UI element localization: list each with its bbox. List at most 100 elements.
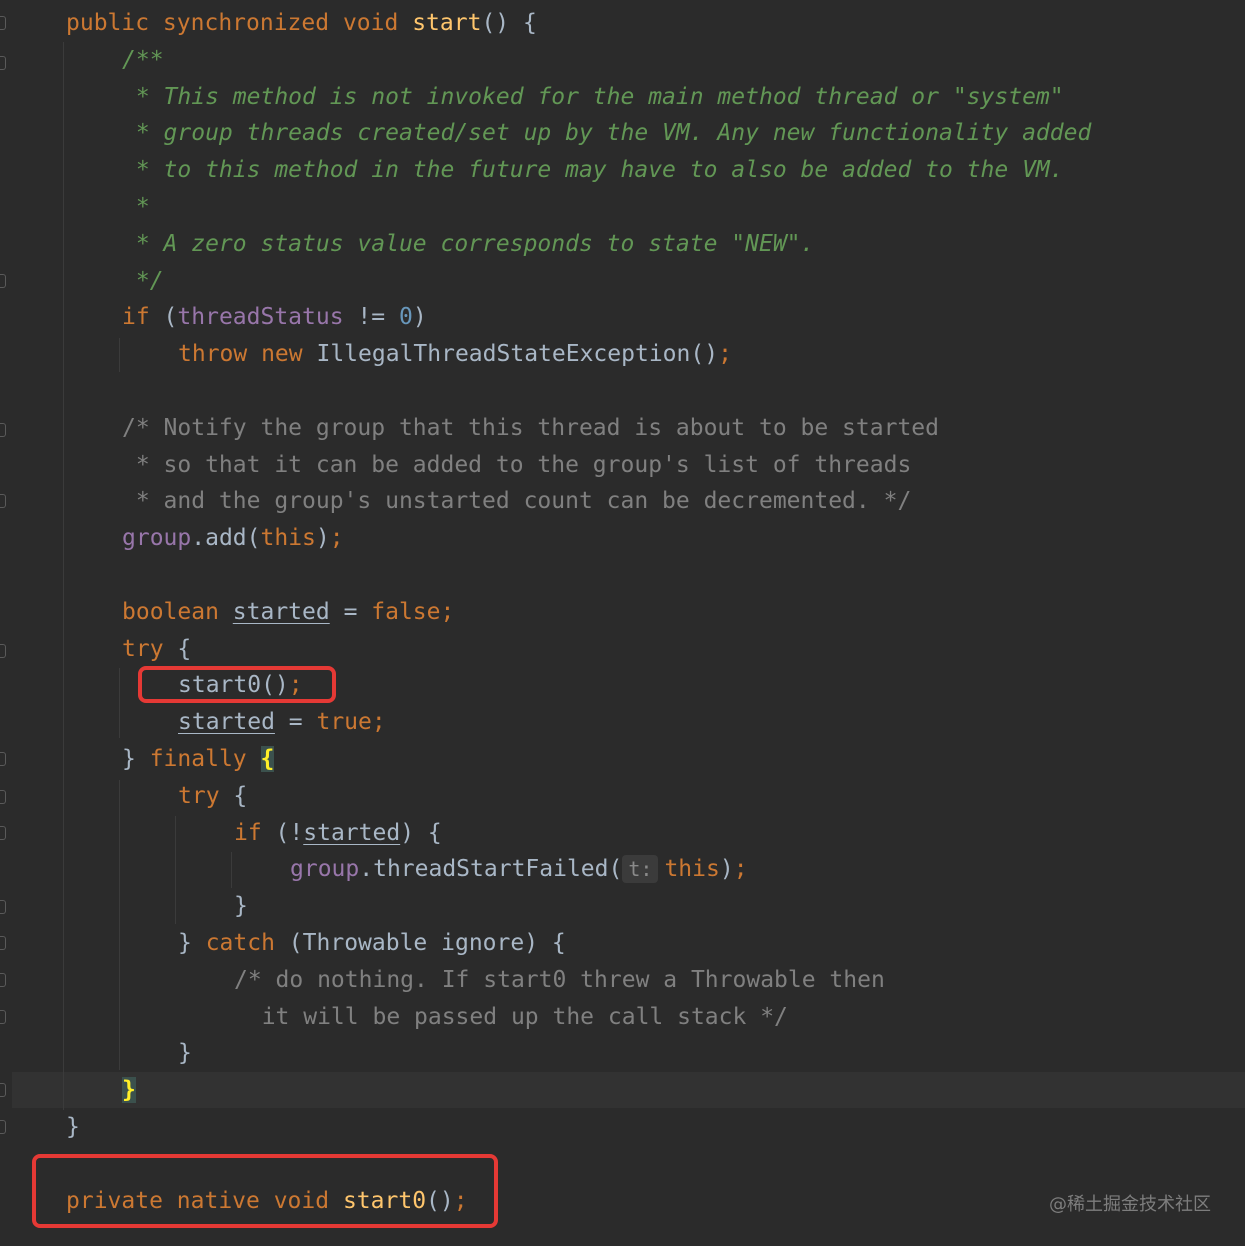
code-line[interactable]: group.threadStartFailed(t: this); [290,851,748,888]
code-line[interactable]: if (threadStatus != 0) [122,299,427,336]
code-token: * This method is not invoked for the mai… [122,83,1064,110]
code-token: IllegalThreadStateException() [316,341,719,368]
code-token: /* do nothing. If start0 threw a Throwab… [234,966,885,993]
code-line[interactable]: try { [122,631,191,668]
code-token: * and the group's unstarted count can be… [122,488,912,515]
code-token: started [178,709,275,736]
code-token: false [371,598,441,625]
code-line[interactable]: } [66,1109,80,1146]
code-token: threadStatus [177,304,344,331]
indent-guide [119,780,120,1070]
code-line[interactable]: } finally { [122,741,275,778]
fold-marker-icon[interactable] [0,16,6,30]
code-token: it will be passed up the call stack */ [234,1003,788,1030]
fold-marker-icon[interactable] [0,1120,6,1134]
code-token: } [122,746,150,772]
code-token: start [412,10,482,36]
code-token: boolean [122,598,233,625]
code-token: ; [440,598,455,625]
code-token: /* Notify the group that this thread is … [122,414,939,441]
code-token: * [122,194,150,220]
code-line[interactable]: * [122,189,150,226]
code-line[interactable]: * to this method in the future may have … [122,152,1064,189]
fold-marker-icon[interactable] [0,423,6,437]
code-line[interactable]: * so that it can be added to the group's… [122,447,911,484]
fold-marker-icon[interactable] [0,973,6,987]
code-token: ; [329,525,344,552]
code-token: ; [371,709,386,736]
code-token: finally [149,746,247,772]
code-line[interactable]: group.add(this); [122,520,344,557]
fold-marker-icon[interactable] [0,790,6,804]
fold-marker-icon[interactable] [0,1083,6,1097]
fold-marker-icon[interactable] [0,1010,6,1024]
fold-marker-icon[interactable] [0,274,6,288]
code-token: ) [412,304,427,331]
code-line[interactable]: } [178,1035,192,1072]
code-line[interactable]: public synchronized void start() { [66,5,537,42]
code-token: .threadStartFailed( [359,856,623,883]
fold-marker-icon[interactable] [0,56,6,70]
indent-guide [175,816,176,924]
code-token: ( [149,304,178,331]
code-line[interactable]: * This method is not invoked for the mai… [122,79,1064,116]
code-line[interactable]: try { [178,778,247,815]
code-token: group [290,856,360,883]
indent-guide [231,852,232,888]
code-token: * to this method in the future may have … [122,157,1064,184]
fold-marker-icon[interactable] [0,936,6,950]
code-token: this [664,856,720,883]
code-token: started [232,598,330,625]
code-token: } [178,930,206,956]
code-token: ) { [400,819,442,846]
code-token: != [343,304,399,331]
code-editor[interactable]: public synchronized void start() {/** * … [0,0,1245,1246]
fold-marker-icon[interactable] [0,826,6,840]
code-line[interactable]: /* do nothing. If start0 threw a Throwab… [234,962,885,999]
fold-marker-icon[interactable] [0,900,6,914]
code-line[interactable]: * A zero status value corresponds to sta… [122,226,815,263]
fold-marker-icon[interactable] [0,644,6,658]
code-token: } [122,1077,136,1104]
code-line[interactable]: } [122,1072,136,1109]
indent-guide [63,42,64,1110]
code-token: */ [122,267,164,294]
code-token: /** [122,46,164,73]
code-line[interactable]: boolean started = false; [122,594,454,631]
code-line[interactable]: } [234,888,248,925]
fold-marker-icon[interactable] [0,494,6,508]
code-token: 0 [398,304,413,331]
code-token: group [122,525,192,552]
code-line[interactable]: */ [122,263,164,300]
code-token: public synchronized void [66,10,413,36]
code-token: if [122,304,150,331]
code-line[interactable]: * and the group's unstarted count can be… [122,483,911,520]
code-line[interactable]: /* Notify the group that this thread is … [122,410,939,447]
code-line[interactable]: it will be passed up the call stack */ [234,999,788,1036]
code-line[interactable]: started = true; [178,704,386,741]
code-line[interactable]: * group threads created/set up by the VM… [122,115,1091,152]
code-line[interactable]: throw new IllegalThreadStateException(); [178,336,732,373]
code-line[interactable]: } catch (Throwable ignore) { [178,925,566,962]
code-token: this [260,525,316,552]
code-token: { [219,782,248,809]
code-token: { [163,635,192,662]
code-token: (Throwable ignore) { [274,930,566,956]
indent-guide [119,668,120,738]
code-token: = [274,709,317,736]
code-token: .add( [191,525,261,552]
code-token: * A zero status value corresponds to sta… [122,230,815,257]
indent-guide [119,338,120,372]
code-token: (! [261,819,304,846]
fold-marker-icon[interactable] [0,752,6,766]
code-line[interactable]: if (!started) { [234,815,442,852]
code-line[interactable]: /** [122,42,164,79]
code-token: started [303,819,401,846]
code-token: { [260,746,275,772]
code-token: true [316,709,372,736]
code-token: * group threads created/set up by the VM… [122,120,1092,147]
editor-gutter [0,0,12,1246]
current-line-highlight [12,1072,1245,1108]
highlight-box-start0-call [138,666,336,703]
